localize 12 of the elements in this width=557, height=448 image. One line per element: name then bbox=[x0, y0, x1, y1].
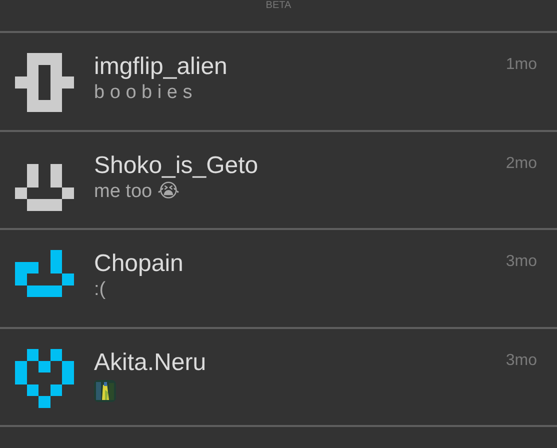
message-preview: me too 😭 bbox=[94, 180, 181, 204]
message-preview: b o o b i e s bbox=[94, 81, 194, 105]
timestamp: 3mo bbox=[506, 252, 537, 272]
username: Chopain bbox=[94, 250, 184, 278]
username: Shoko_is_Geto bbox=[94, 152, 258, 180]
beta-label: BETA bbox=[266, 0, 292, 13]
username: imgflip_alien bbox=[94, 53, 228, 81]
timestamp: 2mo bbox=[506, 154, 537, 174]
timestamp: 1mo bbox=[506, 55, 537, 75]
message-preview: :( bbox=[94, 278, 107, 302]
username: Akita.Neru bbox=[94, 348, 206, 376]
timestamp: 3mo bbox=[506, 350, 537, 370]
